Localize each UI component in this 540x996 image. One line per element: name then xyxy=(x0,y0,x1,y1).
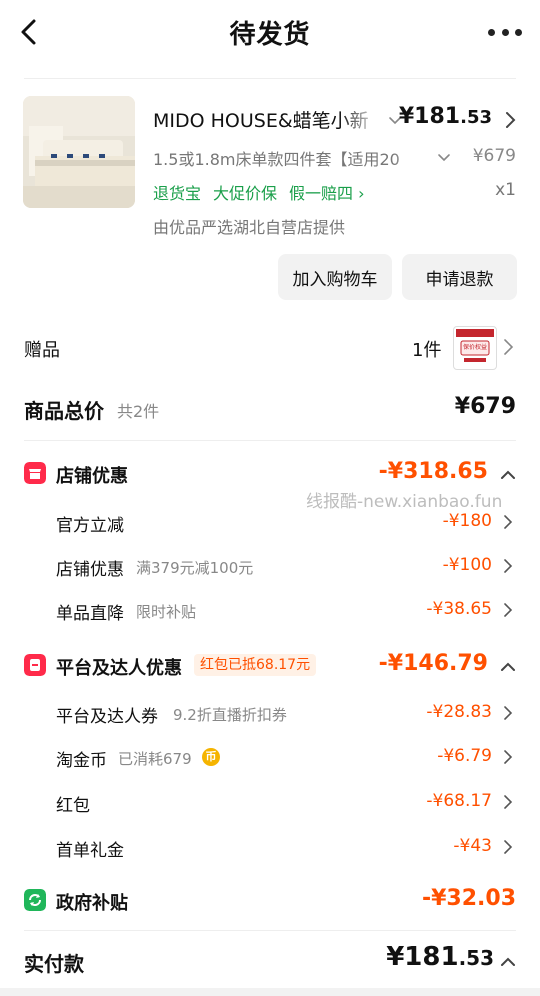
row-value: -¥28.83 xyxy=(426,702,492,722)
divider xyxy=(24,930,516,931)
row-value: -¥6.79 xyxy=(437,746,492,766)
page-title: 待发货 xyxy=(229,20,311,50)
product-quantity: x1 xyxy=(495,180,516,200)
coupon-icon xyxy=(24,654,46,676)
chevron-right-icon[interactable] xyxy=(502,793,514,811)
chevron-right-icon[interactable] xyxy=(502,704,514,722)
taojinbi-coin-icon: 币 xyxy=(202,748,220,766)
row-label: 店铺优惠 xyxy=(56,560,124,580)
watermark: 线报酷-new.xianbao.fun xyxy=(306,492,503,512)
platform-discount-label: 平台及达人优惠 xyxy=(56,658,182,679)
fade-overlay xyxy=(340,104,380,134)
refund-button[interactable]: 申请退款 xyxy=(402,254,517,300)
row-sub: 9.2折直播折扣券 xyxy=(173,706,287,724)
price-main: ¥181 xyxy=(398,104,461,129)
chevron-right-icon[interactable] xyxy=(502,338,514,356)
gift-image[interactable]: 保价权益 xyxy=(453,326,497,370)
row-sub: 限时补贴 xyxy=(136,603,197,621)
gov-subsidy-label: 政府补贴 xyxy=(56,893,128,914)
chevron-right-icon[interactable] xyxy=(502,838,514,856)
chevron-right-icon[interactable] xyxy=(504,111,516,129)
total-value: ¥679 xyxy=(454,394,516,419)
row-label: 淘金币 xyxy=(56,751,107,771)
fade-overlay xyxy=(393,144,427,170)
bottom-bar xyxy=(0,988,540,996)
chevron-down-icon[interactable] xyxy=(437,151,451,165)
row-sub: 满379元减100元 xyxy=(136,559,254,577)
row-label: 平台及达人券 xyxy=(56,707,158,727)
total-count: 共2件 xyxy=(117,402,160,421)
gift-quantity: 1件 xyxy=(412,340,442,361)
row-label: 单品直降 xyxy=(56,604,124,624)
row-sub: 已消耗679 xyxy=(118,750,192,768)
payment-main: ¥181 xyxy=(386,942,459,972)
original-price: ¥679 xyxy=(472,146,516,166)
payment-decimal: .53 xyxy=(458,946,494,970)
row-value: -¥38.65 xyxy=(426,599,492,619)
product-image[interactable] xyxy=(23,96,135,208)
divider xyxy=(24,78,516,79)
product-spec[interactable]: 1.5或1.8m床单款四件套【适用20 xyxy=(153,146,427,170)
chevron-up-icon[interactable] xyxy=(500,468,516,480)
row-value: -¥68.17 xyxy=(426,791,492,811)
red-packet-badge: 红包已抵68.17元 xyxy=(194,654,317,676)
chevron-right-icon[interactable] xyxy=(502,748,514,766)
payment-label: 实付款 xyxy=(24,952,84,976)
chevron-right-icon[interactable] xyxy=(502,557,514,575)
chevron-up-icon[interactable] xyxy=(500,660,516,672)
chevron-right-icon[interactable] xyxy=(502,601,514,619)
add-to-cart-button[interactable]: 加入购物车 xyxy=(278,254,392,300)
tag-price-protection[interactable]: 大促价保 xyxy=(213,180,277,204)
gift-image-text: 保价权益 xyxy=(462,344,487,351)
subsidy-refresh-icon xyxy=(24,889,46,911)
tag-return-insurance[interactable]: 退货宝 xyxy=(153,180,201,204)
gov-subsidy-value: -¥32.03 xyxy=(421,886,516,911)
store-icon xyxy=(24,462,46,484)
chevron-up-icon[interactable] xyxy=(500,955,516,967)
row-label: 首单礼金 xyxy=(56,841,124,861)
row-label: 官方立减 xyxy=(56,516,124,536)
row-value: -¥43 xyxy=(453,836,492,856)
row-value: -¥100 xyxy=(442,555,492,575)
store-discount-label: 店铺优惠 xyxy=(56,466,128,487)
row-value: -¥180 xyxy=(442,511,492,531)
row-label: 红包 xyxy=(56,796,90,816)
header: 待发货 xyxy=(0,0,540,64)
tag-fake-compensation[interactable]: 假一赔四 › xyxy=(289,180,365,204)
more-options-icon[interactable] xyxy=(488,22,522,42)
platform-discount-value: -¥146.79 xyxy=(378,651,488,676)
store-discount-value: -¥318.65 xyxy=(378,459,488,484)
total-label: 商品总价 xyxy=(24,399,104,423)
price-decimal: .53 xyxy=(460,107,492,128)
service-tags: 退货宝 大促价保 假一赔四 › xyxy=(153,180,365,204)
store-info: 由优品严选湖北自营店提供 xyxy=(153,218,346,237)
payment-value: ¥181.53 xyxy=(386,942,494,972)
gift-label: 赠品 xyxy=(24,340,60,361)
divider xyxy=(24,440,516,441)
chevron-right-icon[interactable] xyxy=(502,513,514,531)
product-price: ¥181.53 xyxy=(399,104,492,129)
